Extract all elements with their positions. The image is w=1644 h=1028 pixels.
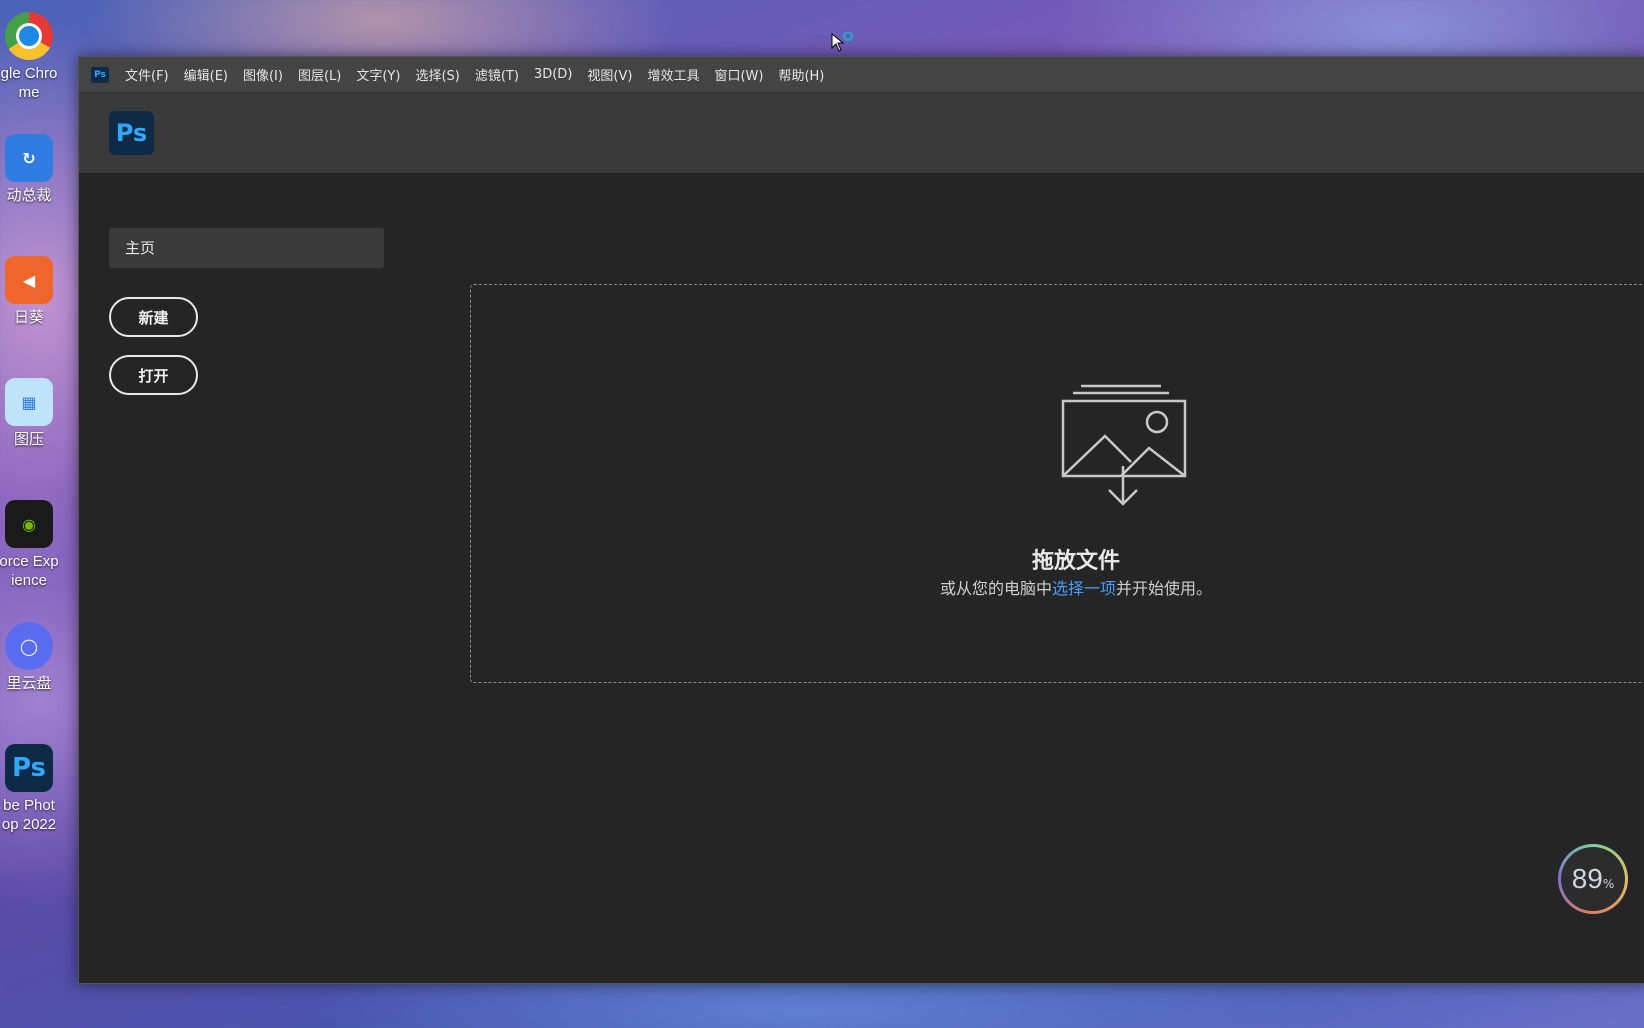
menu-select[interactable]: 选择(S) <box>415 65 459 84</box>
photoshop-app-icon[interactable]: Ps <box>91 66 109 83</box>
desktop-icon-aliyun-drive[interactable]: ◯ 里云盘 <box>0 622 64 693</box>
nvidia-icon: ◉ <box>5 500 53 548</box>
desktop-icon-photoshop[interactable]: Ps be Phot op 2022 <box>0 744 64 834</box>
desktop-icon-label: be Phot op 2022 <box>1 797 57 833</box>
cloud-drive-icon: ◯ <box>5 622 53 670</box>
menu-bar: Ps 文件(F) 编辑(E) 图像(I) 图层(L) 文字(Y) 选择(S) 滤… <box>79 57 1644 93</box>
file-dropzone[interactable]: 拖放文件 或从您的电脑中选择一项并开始使用。 <box>470 284 1644 683</box>
image-compress-icon: ▦ <box>5 378 53 426</box>
menu-plugins[interactable]: 增效工具 <box>647 65 699 84</box>
home-header: Ps <box>79 93 1644 173</box>
photoshop-logo: Ps <box>109 111 154 155</box>
desktop-icon-label: 图压 <box>13 431 44 448</box>
desktop-icon-label: 里云盘 <box>6 675 52 692</box>
new-button[interactable]: 新建 <box>109 297 198 337</box>
menu-image[interactable]: 图像(I) <box>243 65 283 84</box>
menu-type[interactable]: 文字(Y) <box>356 65 400 84</box>
desktop-icon-label: 动总裁 <box>6 187 52 204</box>
home-tab[interactable]: 主页 <box>109 228 384 268</box>
dropzone-subtitle-suffix: 并开始使用。 <box>1116 579 1213 598</box>
menu-filter[interactable]: 滤镜(T) <box>475 65 519 84</box>
dropzone-subtitle-prefix: 或从您的电脑中 <box>939 579 1052 598</box>
choose-file-link[interactable]: 选择一项 <box>1052 579 1116 598</box>
menu-edit[interactable]: 编辑(E) <box>184 65 228 84</box>
desktop-icon-sunlogin[interactable]: ◀ 日葵 <box>0 256 64 327</box>
menu-view[interactable]: 视图(V) <box>587 65 632 84</box>
menu-layer[interactable]: 图层(L) <box>298 65 341 84</box>
menu-file[interactable]: 文件(F) <box>125 65 169 84</box>
open-button[interactable]: 打开 <box>109 355 198 395</box>
desktop-icon-chrome[interactable]: gle Chro me <box>0 12 64 102</box>
gear-refresh-icon: ↻ <box>5 134 53 182</box>
desktop-icon-label: gle Chro me <box>0 65 58 101</box>
menu-3d[interactable]: 3D(D) <box>534 67 572 82</box>
dropzone-subtitle: 或从您的电脑中选择一项并开始使用。 <box>471 575 1644 599</box>
chrome-icon <box>5 12 53 60</box>
photoshop-window: Ps 文件(F) 编辑(E) 图像(I) 图层(L) 文字(Y) 选择(S) 滤… <box>78 56 1644 984</box>
performance-widget[interactable]: 89 % <box>1558 844 1628 914</box>
dropzone-title: 拖放文件 <box>1031 549 1120 574</box>
performance-value: 89 <box>1571 863 1603 894</box>
image-upload-icon <box>1059 380 1189 514</box>
desktop-icon-geforce[interactable]: ◉ orce Exp ience <box>0 500 64 590</box>
busy-cursor-icon <box>830 30 854 58</box>
desktop-icon-image-compress[interactable]: ▦ 图压 <box>0 378 64 449</box>
desktop-icon-label: 日葵 <box>13 309 44 326</box>
sunlogin-icon: ◀ <box>5 256 53 304</box>
desktop-icon-label: orce Exp ience <box>0 553 59 589</box>
photoshop-icon: Ps <box>5 744 53 792</box>
desktop-icon-driver-app[interactable]: ↻ 动总裁 <box>0 134 64 205</box>
performance-unit: % <box>1602 877 1615 891</box>
menu-help[interactable]: 帮助(H) <box>778 65 824 84</box>
menu-window[interactable]: 窗口(W) <box>714 65 763 84</box>
